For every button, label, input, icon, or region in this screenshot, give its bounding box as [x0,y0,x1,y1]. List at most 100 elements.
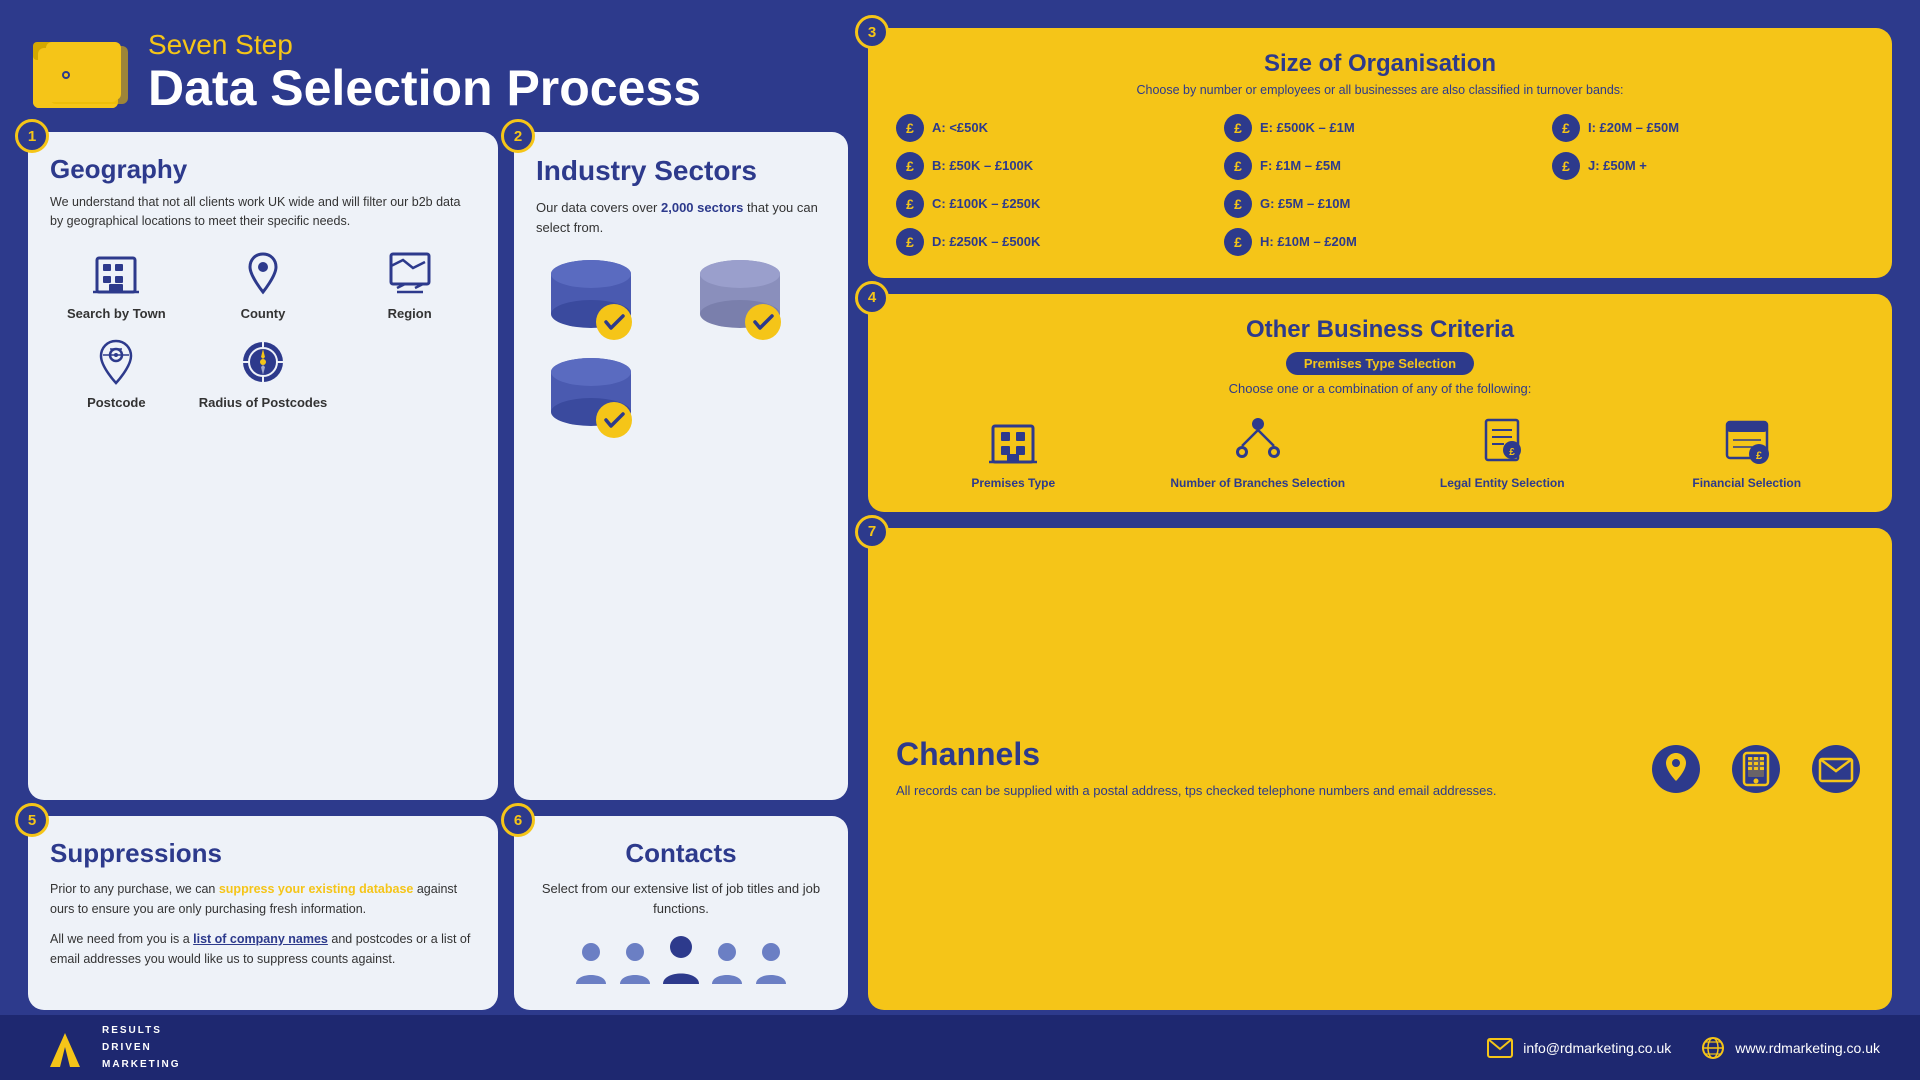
svg-text:£: £ [1509,447,1515,458]
size-item-i: £ I: £20M – £50M [1552,114,1864,142]
geography-title: Geography [50,154,476,185]
premises-icon [985,412,1041,468]
step-badge-4: 4 [855,281,889,315]
channels-title: Channels [896,736,1618,773]
compass-icon [236,335,290,389]
step-badge-2: 2 [501,119,535,153]
size-item-j: £ J: £50M + [1552,152,1864,180]
geo-item-region: Region [343,246,476,321]
other-biz-card: 4 Other Business Criteria Premises Type … [868,294,1892,512]
step-badge-5: 5 [15,803,49,837]
person-icon-4 [708,938,746,988]
size-item-d: £ D: £250K – £500K [896,228,1208,256]
geo-item-town: Search by Town [50,246,183,321]
database-icon-3 [536,352,646,442]
footer-logo-text: RESULTS DRIVEN MARKETING [102,1022,181,1073]
map-pin-icon [236,246,290,300]
rdm-logo-icon [40,1025,90,1071]
suppress-text1-start: Prior to any purchase, we can [50,882,219,896]
biz-label-branches: Number of Branches Selection [1170,476,1345,490]
suppressions-text-1: Prior to any purchase, we can suppress y… [50,879,476,919]
step-badge-3: 3 [855,15,889,49]
person-icon-2 [616,938,654,988]
size-item-f: £ F: £1M – £5M [1224,152,1536,180]
header-subtitle: Seven Step [148,29,701,61]
branches-icon [1230,412,1286,468]
header-title: Data Selection Process [148,61,701,116]
suppress-text2-start: All we need from you is a [50,932,193,946]
footer-globe-icon [1701,1036,1725,1060]
size-title: Size of Organisation [896,50,1864,78]
footer-email-text: info@rdmarketing.co.uk [1523,1040,1671,1056]
other-biz-title: Other Business Criteria [896,316,1864,344]
suppress-link: suppress your existing database [219,882,414,896]
industry-text-part1: Our data covers over [536,200,661,215]
biz-item-financial: £ Financial Selection [1630,412,1865,490]
industry-title: Industry Sectors [536,154,826,188]
footer-logo: RESULTS DRIVEN MARKETING [40,1022,181,1073]
size-item-c: £ C: £100K – £250K [896,190,1208,218]
database-icon-1 [536,254,646,344]
premises-badge: Premises Type Selection [1286,352,1474,375]
contacts-card: 6 Contacts Select from our extensive lis… [514,816,848,1010]
person-icon-5 [752,938,790,988]
biz-label-financial: Financial Selection [1692,476,1801,490]
channels-text: All records can be supplied with a posta… [896,781,1618,802]
footer-contact: info@rdmarketing.co.uk www.rdmarketing.c… [1487,1036,1880,1060]
legal-icon: £ [1474,412,1530,468]
suppressions-title: Suppressions [50,838,476,869]
geo-label-town: Search by Town [67,306,166,321]
geo-label-county: County [241,306,286,321]
suppressions-text-2: All we need from you is a list of compan… [50,929,476,969]
size-item-g: £ G: £5M – £10M [1224,190,1536,218]
biz-item-legal: £ Legal Entity Selection [1385,412,1620,490]
header: Seven Step Data Selection Process [28,28,848,116]
svg-text:£: £ [1756,450,1762,462]
geo-label-postcode: Postcode [87,395,146,410]
telephone-icon [1728,741,1784,797]
geography-card: 1 Geography We understand that not all c… [28,132,498,800]
person-icon-1 [572,938,610,988]
email-icon [1808,741,1864,797]
suppressions-card: 5 Suppressions Prior to any purchase, we… [28,816,498,1010]
step-badge-7: 7 [855,515,889,549]
size-item-a: £ A: <£50K [896,114,1208,142]
size-item-h: £ H: £10M – £20M [1224,228,1536,256]
size-item-e: £ E: £500K – £1M [1224,114,1536,142]
channels-card: 7 Channels All records can be supplied w… [868,528,1892,1011]
size-card: 3 Size of Organisation Choose by number … [868,28,1892,278]
biz-item-branches: Number of Branches Selection [1141,412,1376,490]
step-badge-1: 1 [15,119,49,153]
geography-text: We understand that not all clients work … [50,193,476,232]
suppress-link-2: list of company names [193,932,328,946]
biz-label-premises: Premises Type [971,476,1055,490]
geo-item-radius: Radius of Postcodes [197,335,330,410]
building-icon [89,246,143,300]
step-badge-6: 6 [501,803,535,837]
industry-text-bold: 2,000 sectors [661,200,743,215]
map-search-icon [89,335,143,389]
geo-item-postcode: Postcode [50,335,183,410]
biz-label-legal: Legal Entity Selection [1440,476,1565,490]
biz-item-premises: Premises Type [896,412,1131,490]
industry-card: 2 Industry Sectors Our data covers over … [514,132,848,800]
location-icon [1648,741,1704,797]
contacts-title: Contacts [536,838,826,869]
person-icon-3 [660,932,702,988]
folder-icon [28,28,128,116]
footer-email-icon [1487,1038,1513,1058]
footer: RESULTS DRIVEN MARKETING info@rdmarketin… [0,1015,1920,1080]
industry-text: Our data covers over 2,000 sectors that … [536,198,826,238]
financial-icon: £ [1719,412,1775,468]
other-biz-subtitle: Choose one or a combination of any of th… [896,381,1864,396]
footer-website: www.rdmarketing.co.uk [1701,1036,1880,1060]
contacts-text: Select from our extensive list of job ti… [536,879,826,918]
footer-email: info@rdmarketing.co.uk [1487,1038,1671,1058]
size-subtitle: Choose by number or employees or all bus… [896,82,1864,100]
database-icon-2 [685,254,795,344]
geo-item-county: County [197,246,330,321]
size-item-b: £ B: £50K – £100K [896,152,1208,180]
footer-website-text: www.rdmarketing.co.uk [1735,1040,1880,1056]
geo-label-region: Region [388,306,432,321]
map-region-icon [383,246,437,300]
